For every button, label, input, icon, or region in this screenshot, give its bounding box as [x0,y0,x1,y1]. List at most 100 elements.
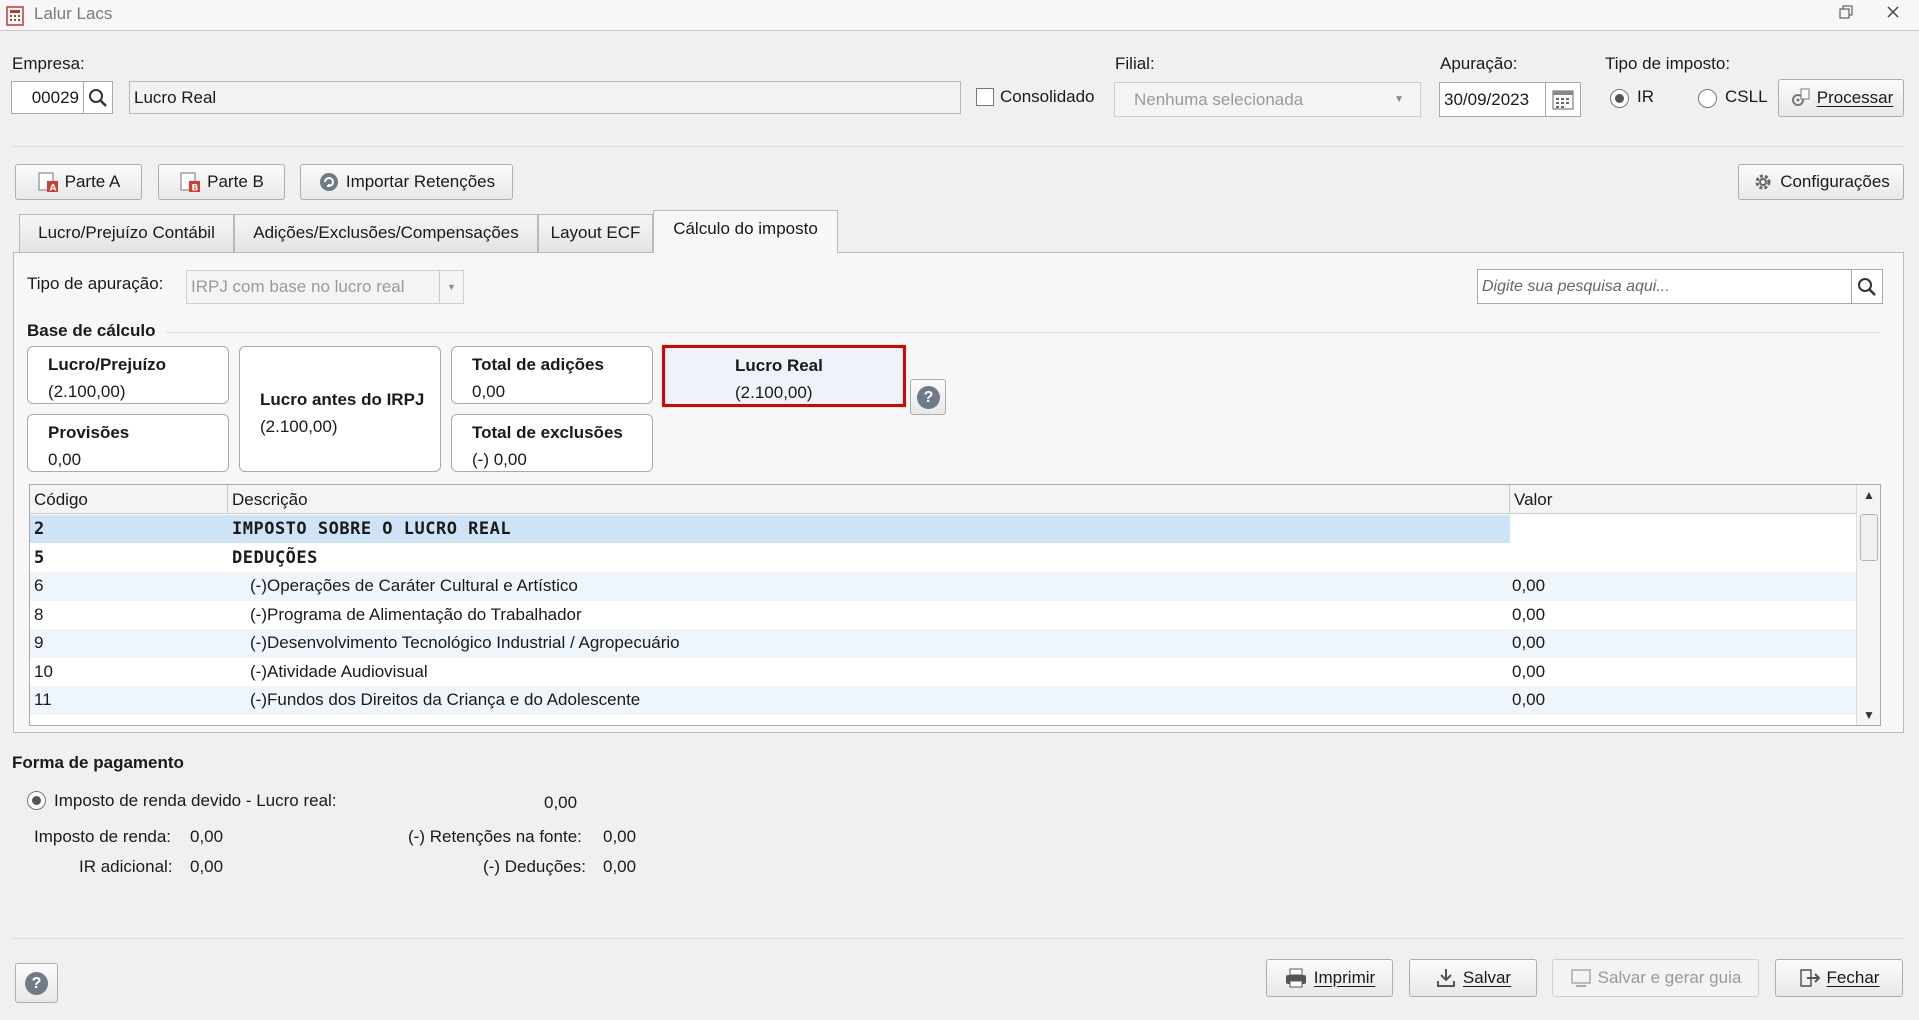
scroll-up-icon[interactable]: ▲ [1857,485,1880,505]
provisoes-value: 0,00 [48,450,82,469]
salvar-gerar-guia-button[interactable]: Salvar e gerar guia [1552,959,1759,997]
cell-valor: 0,00 [1512,690,1546,709]
cell-valor: 0,00 [1512,576,1546,595]
calendar-icon [1552,90,1574,110]
configuracoes-button[interactable]: Configurações [1738,164,1904,200]
tab-lucro-prejuizo[interactable]: Lucro/Prejuízo Contábil [19,214,234,252]
cell-descricao: (-)Programa de Alimentação do Trabalhado… [250,604,582,624]
search-input[interactable]: Digite sua pesquisa aqui... [1477,269,1852,304]
table-row[interactable]: 9 (-)Desenvolvimento Tecnológico Industri… [30,629,1856,658]
provisoes-title: Provisões [48,423,130,442]
tab-calculo-imposto[interactable]: Cálculo do imposto [653,210,838,253]
table-row[interactable]: 5 DEDUÇÕES [30,544,1856,573]
deducoes-value: 0,00 [603,857,637,876]
help-button[interactable]: ? [15,963,58,1003]
chevron-down-icon: ▼ [1394,94,1404,105]
process-gear-icon [1791,88,1810,106]
cell-valor: 0,00 [1512,661,1546,681]
parte-b-button[interactable]: B Parte B [158,164,285,200]
help-icon: ? [917,386,940,409]
close-icon[interactable] [1882,4,1904,26]
salvar-label: Salvar [1462,968,1512,987]
lucro-real-title: Lucro Real [735,356,823,375]
filial-select-value: Nenhuma selecionada [1134,90,1304,109]
cell-codigo: 2 [34,519,45,539]
consolidado-checkbox[interactable] [976,88,994,106]
cell-codigo: 10 [34,661,53,681]
tipo-apuracao-label: Tipo de apuração: [27,274,164,293]
lucro-real-card: Lucro Real (2.100,00) [662,345,906,407]
document-a-icon: A [38,172,58,194]
download-icon [1436,969,1455,987]
scroll-down-icon[interactable]: ▼ [1857,705,1880,725]
importar-label: Importar Retenções [345,172,496,191]
importar-retencoes-button[interactable]: Importar Retenções [300,164,513,200]
retencoes-fonte-value: 0,00 [603,827,637,846]
imprimir-button[interactable]: Imprimir [1266,959,1393,997]
table-row[interactable]: 8 (-)Programa de Alimentação do Trabalhad… [30,601,1856,630]
tab-adicoes-exclusoes[interactable]: Adições/Exclusões/Compensações [234,214,538,252]
lucro-real-value: (2.100,00) [735,383,813,402]
column-header-descricao[interactable]: Descrição [228,485,1510,514]
parte-a-label: Parte A [64,172,121,191]
ir-adicional-value: 0,00 [190,857,224,876]
tab-layout-ecf[interactable]: Layout ECF [538,214,653,252]
csll-label: CSLL [1725,87,1768,106]
search-icon [89,89,107,107]
title-bar: Lalur Lacs [0,0,1919,31]
salvar-button[interactable]: Salvar [1409,959,1537,997]
search-button[interactable] [1852,269,1883,304]
lucro-real-help-button[interactable]: ? [910,379,946,415]
empresa-search-button[interactable] [84,81,113,114]
empresa-code-input[interactable]: 00029 [11,81,84,114]
apuracao-date-input[interactable]: 30/09/2023 [1439,82,1546,117]
retencoes-fonte-label: (-) Retenções na fonte: [408,827,582,846]
column-header-codigo[interactable]: Código [30,485,228,514]
scroll-thumb[interactable] [1860,514,1878,561]
table-row[interactable]: 11 (-)Fundos dos Direitos da Criança e do… [30,686,1856,715]
ir-adicional-label: IR adicional: [79,857,173,876]
cell-descricao: (-)Operações de Caráter Cultural e Artís… [250,576,578,595]
table-scrollbar[interactable]: ▲ ▼ [1856,485,1880,725]
table-row[interactable]: 6 (-)Operações de Caráter Cultural e Artí… [30,572,1856,601]
total-adicoes-card: Total de adições 0,00 [451,346,653,404]
processar-label: Processar [1816,88,1894,107]
calendar-button[interactable] [1546,82,1581,117]
table-header: Código Descrição Valor [30,485,1856,514]
cell-descricao: (-)Fundos dos Direitos da Criança e do A… [250,690,641,709]
imposto-renda-value: 0,00 [190,827,224,846]
filial-select: Nenhuma selecionada ▼ [1114,82,1421,117]
imprimir-label: Imprimir [1313,968,1376,987]
processar-button[interactable]: Processar [1778,79,1904,117]
fechar-label: Fechar [1826,968,1880,987]
lucro-antes-irpj-card: Lucro antes do IRPJ (2.100,00) [239,346,441,472]
total-adicoes-value: 0,00 [472,382,506,401]
svg-text:A: A [49,184,56,194]
document-b-icon: B [180,172,201,193]
ir-radio[interactable] [1610,89,1629,108]
imposto-renda-devido-radio[interactable] [27,791,46,810]
cell-codigo: 8 [34,604,44,624]
table-row[interactable]: 10 (-)Atividade Audiovisual 0,00 [30,658,1856,687]
parte-a-button[interactable]: A Parte A [15,164,142,200]
consolidado-label: Consolidado [1000,87,1095,106]
forma-pagamento-title: Forma de pagamento [12,753,184,772]
csll-radio[interactable] [1698,89,1717,108]
cell-valor: 0,00 [1512,633,1546,652]
imposto-renda-devido-label: Imposto de renda devido - Lucro real: [54,791,337,810]
fechar-button[interactable]: Fechar [1775,959,1903,997]
cell-descricao: IMPOSTO SOBRE O LUCRO REAL [232,519,512,539]
total-adicoes-title: Total de adições [472,355,604,374]
window-title: Lalur Lacs [34,4,113,23]
lucro-antes-value: (2.100,00) [260,417,338,436]
footer-divider [12,938,1904,939]
base-calculo-label: Base de cálculo [27,321,156,340]
chevron-down-icon: ▼ [439,271,463,303]
cell-descricao: (-)Atividade Audiovisual [250,661,428,681]
cell-valor: 0,00 [1512,604,1546,624]
cell-codigo: 5 [34,547,45,568]
table-row[interactable]: 2 IMPOSTO SOBRE O LUCRO REAL [30,515,1856,544]
ir-label: IR [1637,87,1654,106]
column-header-valor[interactable]: Valor [1510,485,1856,514]
restore-window-icon[interactable] [1835,4,1857,26]
